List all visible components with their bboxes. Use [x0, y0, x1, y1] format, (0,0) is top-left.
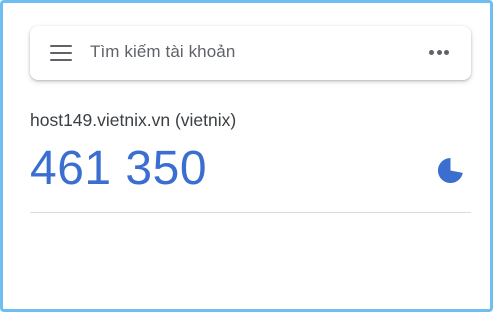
otp-code[interactable]: 461 350	[30, 141, 207, 197]
account-list-item[interactable]: host149.vietnix.vn (vietnix) 461 350	[30, 103, 471, 213]
more-options-icon[interactable]	[429, 50, 449, 56]
divider	[30, 212, 471, 213]
account-name: host149.vietnix.vn (vietnix)	[30, 110, 237, 130]
search-bar[interactable]: Tìm kiếm tài khoản	[30, 26, 471, 80]
countdown-timer-icon	[437, 157, 463, 184]
search-input[interactable]: Tìm kiếm tài khoản	[90, 42, 235, 62]
hamburger-menu-icon[interactable]	[50, 45, 72, 62]
app-frame: Tìm kiếm tài khoản host149.vietnix.vn (v…	[0, 0, 493, 312]
